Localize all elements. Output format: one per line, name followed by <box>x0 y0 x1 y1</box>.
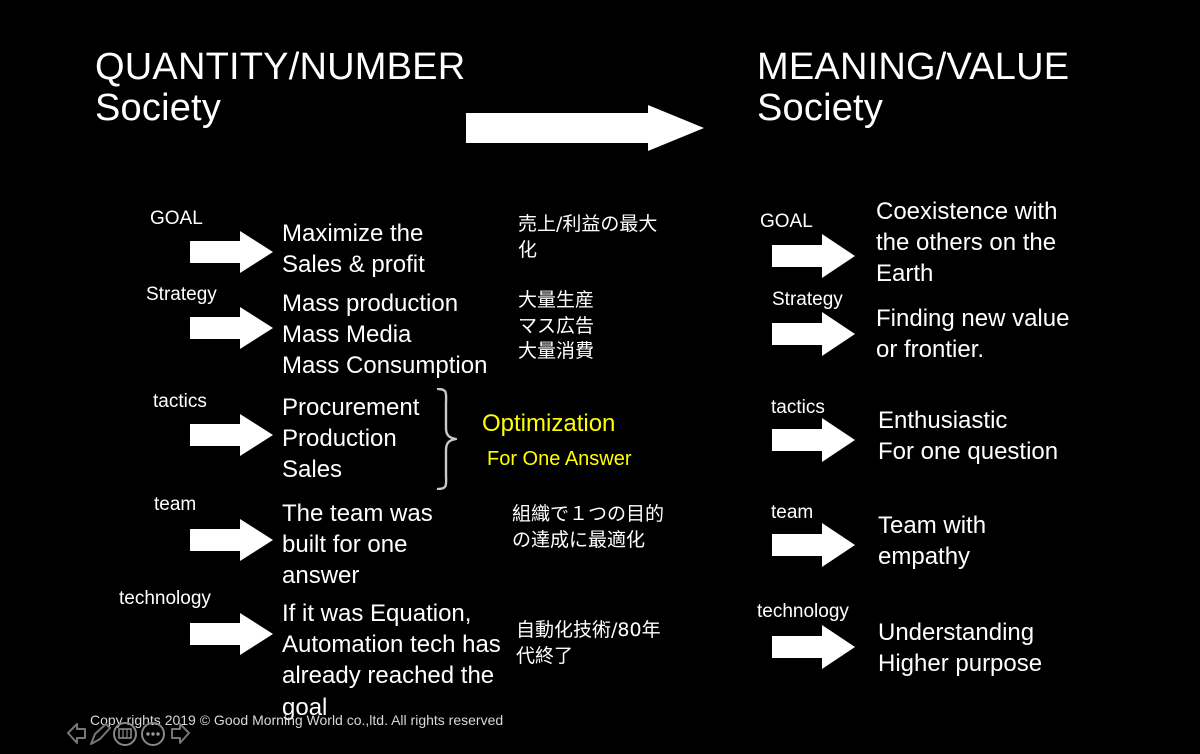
left-arrow-team <box>190 519 273 566</box>
left-arrow-tactics <box>190 414 273 461</box>
previous-slide-arrow-icon[interactable] <box>67 723 86 744</box>
jp-annotation-goal: 売上/利益の最大 化 <box>518 213 658 261</box>
left-arrow-goal <box>190 231 273 278</box>
right-block-arrow-icon <box>466 105 704 151</box>
left-stage-label-goal: GOAL <box>150 208 203 229</box>
tactics-grouping-brace <box>434 387 462 491</box>
right-block-arrow-icon <box>772 312 855 356</box>
presentation-nav-controls[interactable] <box>55 719 195 749</box>
jp-annotation-team: 組織で１つの目的 の達成に最適化 <box>512 503 665 551</box>
right-stage-label-strategy: Strategy <box>772 289 843 310</box>
jp-annotation-strategy: 大量生産 マス広告 大量消費 <box>518 289 595 363</box>
pen-icon[interactable] <box>90 723 111 745</box>
right-stage-label-team: team <box>771 502 814 523</box>
transition-arrow <box>466 105 704 151</box>
more-options-icon[interactable] <box>141 722 165 746</box>
right-text-strategy: Finding new value or frontier. <box>876 305 1070 364</box>
left-text-strategy: Mass production Mass Media Mass Consumpt… <box>282 290 488 380</box>
right-arrow-technology <box>772 625 855 674</box>
right-block-arrow-icon <box>190 519 273 561</box>
left-text-tactics: Procurement Production Sales <box>282 394 420 484</box>
next-slide-arrow-icon[interactable] <box>171 723 190 744</box>
right-text-goal: Coexistence with the others on the Earth <box>876 198 1058 288</box>
left-column-title: QUANTITY/NUMBER Society <box>95 46 466 130</box>
right-block-arrow-icon <box>190 307 273 349</box>
slide-grid-icon[interactable] <box>113 722 137 746</box>
left-stage-label-tactics: tactics <box>153 391 207 412</box>
right-column-title: MEANING/VALUE Society <box>757 46 1070 130</box>
right-block-arrow-icon <box>190 613 273 655</box>
right-arrow-strategy <box>772 312 855 361</box>
left-text-team: The team was built for one answer <box>282 500 433 590</box>
jp-annotation-technology: 自動化技術/80年 代終了 <box>516 619 661 667</box>
presentation-slide: QUANTITY/NUMBER Society MEANING/VALUE So… <box>0 0 1200 750</box>
right-text-tactics: Enthusiastic For one question <box>878 407 1059 466</box>
right-stage-label-tactics: tactics <box>771 397 825 418</box>
left-text-goal: Maximize the Sales & profit <box>282 220 425 279</box>
right-arrow-team <box>772 523 855 572</box>
left-stage-label-strategy: Strategy <box>146 284 217 305</box>
left-stage-label-technology: technology <box>119 588 211 609</box>
right-block-arrow-icon <box>190 231 273 273</box>
optimization-callout-title: Optimization <box>482 410 616 437</box>
right-block-arrow-icon <box>772 418 855 462</box>
left-arrow-technology <box>190 613 273 660</box>
right-stage-label-technology: technology <box>757 601 849 622</box>
left-arrow-strategy <box>190 307 273 354</box>
left-text-technology: If it was Equation, Automation tech has … <box>282 600 501 721</box>
right-block-arrow-icon <box>772 523 855 567</box>
right-arrow-tactics <box>772 418 855 467</box>
right-stage-label-goal: GOAL <box>760 211 813 232</box>
right-block-arrow-icon <box>772 234 855 278</box>
right-text-technology: Understanding Higher purpose <box>878 619 1043 678</box>
right-block-arrow-icon <box>772 625 855 669</box>
optimization-callout-subtitle: For One Answer <box>487 448 632 470</box>
right-block-arrow-icon <box>190 414 273 456</box>
left-stage-label-team: team <box>154 494 197 515</box>
right-arrow-goal <box>772 234 855 283</box>
curly-brace-icon <box>436 387 458 491</box>
right-text-team: Team with empathy <box>878 512 987 571</box>
